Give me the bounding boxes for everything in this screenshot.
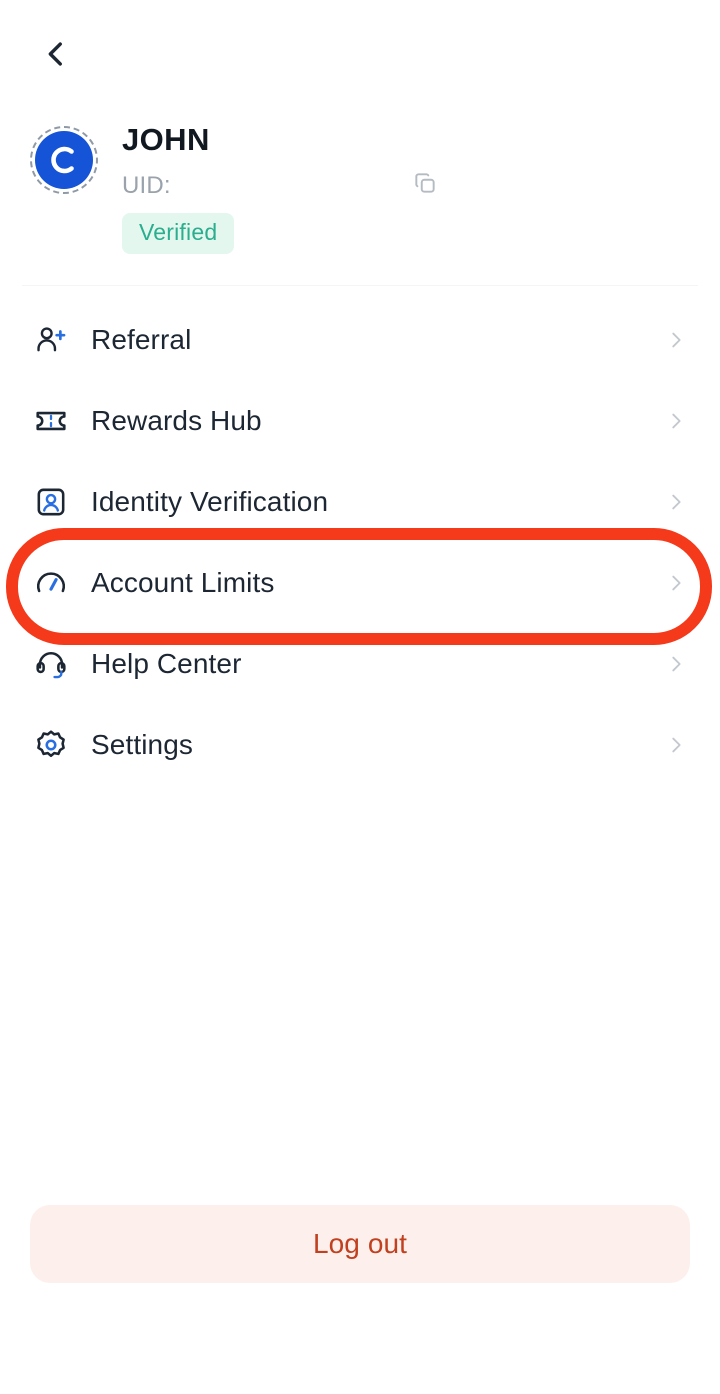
id-card-icon — [30, 481, 72, 523]
copy-uid-button[interactable] — [408, 169, 442, 203]
gear-icon — [30, 724, 72, 766]
ticket-icon — [30, 400, 72, 442]
uid-label: UID: — [122, 172, 171, 200]
uid-row: UID: — [122, 169, 690, 203]
gauge-icon — [30, 562, 72, 604]
menu-item-label: Rewards Hub — [91, 405, 662, 437]
chevron-right-icon — [662, 488, 690, 516]
menu-item-label: Help Center — [91, 648, 662, 680]
top-bar — [0, 0, 720, 112]
menu-item-label: Referral — [91, 324, 662, 356]
menu-item-settings[interactable]: Settings — [0, 705, 720, 786]
page-title: JOHN — [122, 124, 690, 157]
profile-info: JOHN UID: Verified — [122, 122, 690, 254]
settings-menu: Referral Rewards Hub — [0, 300, 720, 786]
badge-row: Verified — [122, 213, 690, 254]
back-button[interactable] — [30, 30, 82, 82]
chevron-right-icon — [662, 650, 690, 678]
logout-button[interactable]: Log out — [30, 1205, 690, 1283]
coin-c-logo-icon — [35, 131, 93, 189]
section-divider — [22, 285, 698, 286]
copy-icon — [412, 170, 438, 201]
profile-section: JOHN UID: Verified — [0, 112, 720, 254]
menu-item-label: Settings — [91, 729, 662, 761]
avatar[interactable] — [30, 126, 98, 194]
headset-icon — [30, 643, 72, 685]
logout-section: Log out — [0, 1205, 720, 1283]
menu-item-rewards-hub[interactable]: Rewards Hub — [0, 381, 720, 462]
chevron-left-icon — [39, 37, 73, 76]
chevron-right-icon — [662, 407, 690, 435]
menu-item-help-center[interactable]: Help Center — [0, 624, 720, 705]
chevron-right-icon — [662, 326, 690, 354]
menu-item-referral[interactable]: Referral — [0, 300, 720, 381]
chevron-right-icon — [662, 731, 690, 759]
chevron-right-icon — [662, 569, 690, 597]
menu-item-label: Account Limits — [91, 567, 662, 599]
user-plus-icon — [30, 319, 72, 361]
menu-item-identity-verification[interactable]: Identity Verification — [0, 462, 720, 543]
menu-item-account-limits[interactable]: Account Limits — [0, 543, 720, 624]
status-badge: Verified — [122, 213, 234, 254]
menu-item-label: Identity Verification — [91, 486, 662, 518]
